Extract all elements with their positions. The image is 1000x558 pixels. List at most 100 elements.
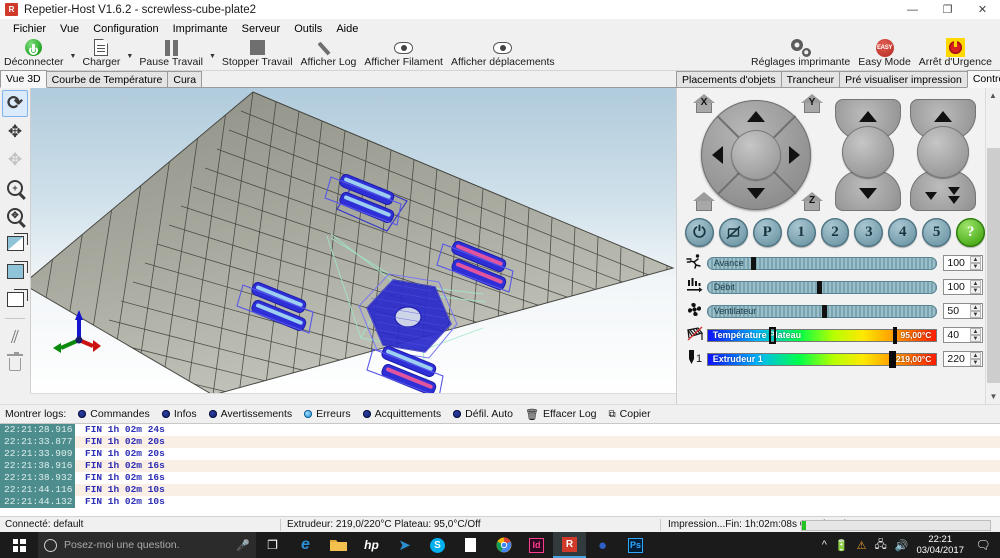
emergency-stop-button[interactable]: Arrêt d'Urgence [915,37,996,71]
notepad-icon[interactable] [454,532,487,558]
feedrate-thumb[interactable] [751,257,756,270]
log-filter-autoscroll[interactable]: Défil. Auto [449,407,519,421]
xy-jog-dpad[interactable] [701,100,811,210]
log-filter-acquittements[interactable]: Acquittements [359,407,448,421]
feedrate-slider[interactable]: Avance [707,257,938,270]
menu-vue[interactable]: Vue [53,21,86,37]
disconnect-button[interactable]: Déconnecter [0,37,68,71]
fan-slider[interactable]: Ventilateur [707,305,938,318]
log-filter-infos[interactable]: Infos [158,407,203,421]
extruder-temp-spin-up[interactable]: ▲ [970,352,981,359]
stop-job-button[interactable]: Stopper Travail [218,37,297,71]
log-row[interactable]: 22:21:38.932 FIN 1h 02m 16s [0,472,1000,484]
macro-3-button[interactable]: 3 [854,218,883,247]
move-view-tool[interactable]: ✥ [2,118,28,145]
tab-courbe-temperature[interactable]: Courbe de Température [46,71,169,87]
feedrate-value-input[interactable]: 100 ▲ ▼ [943,255,983,271]
macro-2-button[interactable]: 2 [821,218,850,247]
fan-thumb[interactable] [822,305,827,318]
flowrate-value-input[interactable]: 100 ▲ ▼ [943,279,983,295]
show-hidden-icons-icon[interactable]: ^ [822,539,827,551]
bed-temperature-bar[interactable]: Température Plateau 95,00°C [707,329,938,342]
delete-object-tool[interactable] [2,351,28,378]
z-coarse-hub[interactable] [842,126,894,178]
viewport-horizontal-scrollbar[interactable] [30,393,676,402]
easy-mode-button[interactable]: EASY Easy Mode [854,37,915,71]
tab-placements-objets[interactable]: Placements d'objets [676,71,782,87]
view-wireframe-tool[interactable] [2,286,28,313]
move-object-tool[interactable]: ✥ [2,146,28,173]
pause-dropdown-icon[interactable]: ▼ [207,53,218,60]
z-fine-hub[interactable] [917,126,969,178]
scroll-up-icon[interactable]: ▲ [986,88,1000,103]
task-view-icon[interactable]: ❐ [256,532,289,558]
disconnect-dropdown-icon[interactable]: ▼ [68,53,79,60]
edge-icon[interactable]: e [289,532,322,558]
load-dropdown-icon[interactable]: ▼ [124,53,135,60]
bed-temp-spin-up[interactable]: ▲ [970,328,981,335]
bed-target-marker[interactable] [769,327,776,344]
menu-imprimante[interactable]: Imprimante [166,21,235,37]
maximize-button[interactable]: ❐ [930,0,965,20]
scrollbar-thumb[interactable] [987,148,1000,383]
flowrate-slider[interactable]: Débit [707,281,938,294]
log-filter-erreurs[interactable]: Erreurs [300,407,356,421]
jog-y-minus-icon[interactable] [747,188,765,199]
load-button[interactable]: Charger [78,37,124,71]
feedrate-spin-down[interactable]: ▼ [970,263,981,270]
clear-log-button[interactable]: 🗑 Effacer Log [521,407,602,422]
menu-configuration[interactable]: Configuration [86,21,165,37]
zoom-in-tool[interactable]: + [2,174,28,201]
cortana-search-box[interactable]: Posez-moi une question. 🎤 [38,532,256,558]
microphone-icon[interactable]: 🎤 [236,539,250,552]
skype-icon[interactable]: S [421,532,454,558]
tab-previsualiser-impression[interactable]: Pré visualiser impression [839,71,968,87]
scroll-down-icon[interactable]: ▼ [986,389,1000,404]
show-filament-button[interactable]: Afficher Filament [360,37,447,71]
battery-icon[interactable]: 🔋 [835,539,849,552]
z-jog-coarse[interactable] [835,99,901,211]
hp-icon[interactable]: hp [355,532,388,558]
log-row[interactable]: 22:21:44.116 FIN 1h 02m 10s [0,484,1000,496]
security-alert-icon[interactable]: ⚠ [857,539,867,552]
file-explorer-icon[interactable] [322,532,355,558]
printer-settings-button[interactable]: Réglages imprimante [747,37,854,71]
log-row[interactable]: 22:21:44.132 FIN 1h 02m 10s [0,496,1000,508]
repetier-icon[interactable]: R [553,532,586,558]
view-solid-tool[interactable] [2,258,28,285]
show-travel-button[interactable]: Afficher déplacements [447,37,559,71]
pause-job-button[interactable]: Pause Travail [135,37,207,71]
bed-temperature-input[interactable]: 40 ▲ ▼ [943,327,983,343]
manual-control-scrollbar[interactable]: ▲ ▼ [985,88,1000,404]
tab-trancheur[interactable]: Trancheur [781,71,840,87]
log-row[interactable]: 22:21:28.916 FIN 1h 02m 24s [0,424,1000,436]
macro-1-button[interactable]: 1 [787,218,816,247]
tab-vue-3d[interactable]: Vue 3D [0,70,47,88]
network-icon[interactable]: 🖧 [874,536,886,555]
3d-viewport[interactable] [30,88,676,401]
start-button[interactable] [0,532,38,558]
photoshop-icon[interactable]: Ps [619,532,652,558]
show-travel-tool[interactable]: ⫽ [2,323,28,350]
home-all-button[interactable] [693,192,715,212]
extruder-temp-spin-down[interactable]: ▼ [970,359,981,366]
dpad-center-hub[interactable] [731,130,781,180]
feedrate-spin-up[interactable]: ▲ [970,256,981,263]
app-blue-icon[interactable]: ➤ [388,532,421,558]
copy-log-button[interactable]: ⧉ Copier [605,407,657,421]
menu-serveur[interactable]: Serveur [235,21,288,37]
log-filter-avertissements[interactable]: Avertissements [205,407,299,421]
show-log-button[interactable]: Afficher Log [297,37,361,71]
log-row[interactable]: 22:21:33.877 FIN 1h 02m 20s [0,436,1000,448]
home-z-button[interactable]: Z [801,192,823,212]
jog-y-plus-icon[interactable] [747,111,765,122]
log-filter-commandes[interactable]: Commandes [74,407,156,421]
tab-controle-manuel[interactable]: Contrôle Manuel [967,70,1000,88]
volume-icon[interactable]: 🔊 [895,539,909,552]
menu-outils[interactable]: Outils [287,21,329,37]
jog-x-plus-icon[interactable] [789,146,800,164]
flowrate-spin-up[interactable]: ▲ [970,280,981,287]
zoom-fit-tool[interactable]: ✥ [2,202,28,229]
home-x-button[interactable]: X [693,94,715,114]
log-row[interactable]: 22:21:38.916 FIN 1h 02m 16s [0,460,1000,472]
